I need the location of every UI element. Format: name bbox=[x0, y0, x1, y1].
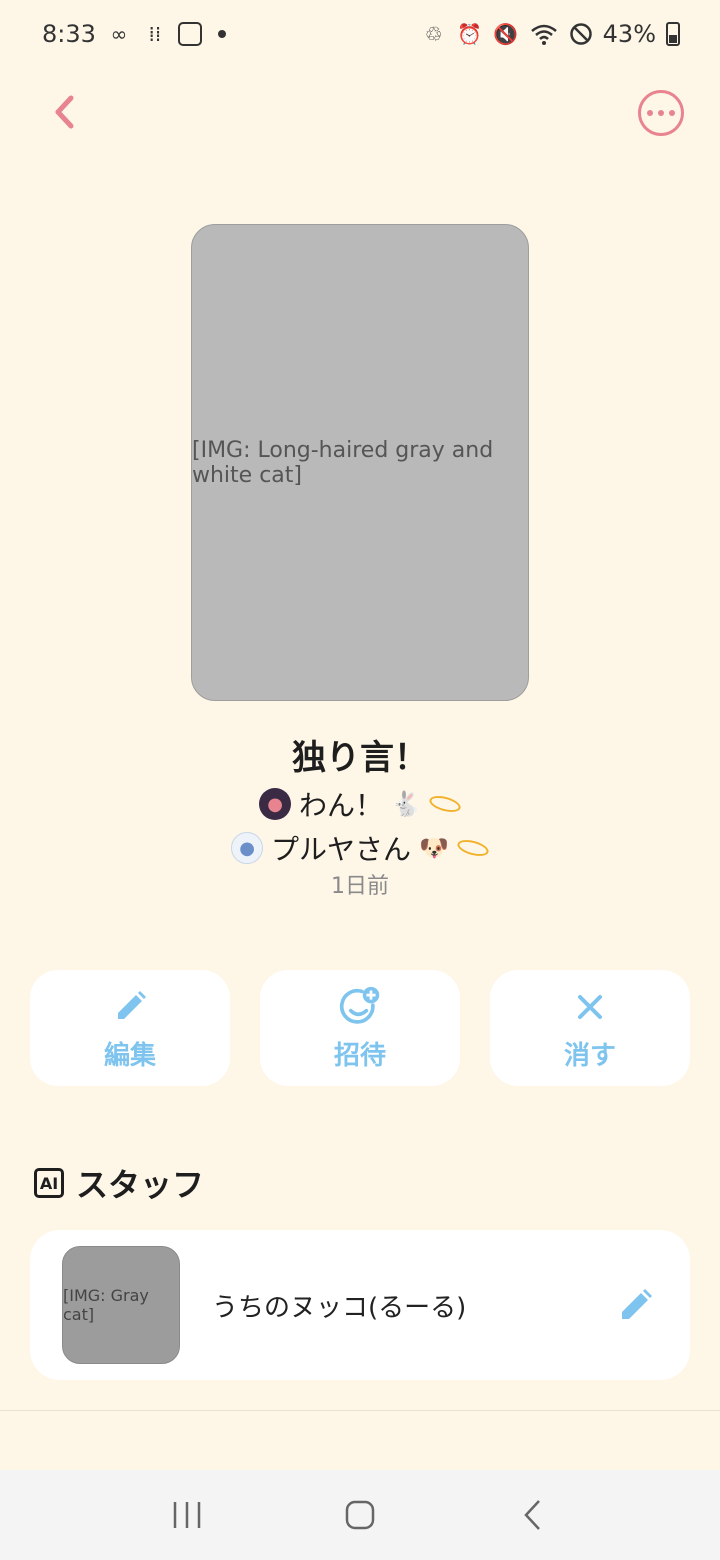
voicemail-icon: ∞ bbox=[110, 22, 128, 46]
member-row[interactable]: ● わん！ 🐇 bbox=[0, 784, 720, 824]
edit-label: 編集 bbox=[103, 1040, 156, 1071]
delete-label: 消す bbox=[563, 1040, 616, 1071]
delete-button[interactable]: 消す bbox=[490, 970, 690, 1086]
status-time: 8:33 bbox=[42, 20, 96, 48]
pencil-icon bbox=[622, 1289, 652, 1319]
cover-photo-placeholder: [IMG: Long-haired gray and white cat] bbox=[192, 437, 494, 488]
staff-section-header: AI スタッフ bbox=[34, 1160, 204, 1206]
dog-icon: 🐶 bbox=[419, 834, 449, 862]
recent-apps-icon bbox=[173, 1502, 200, 1528]
member-name: プルヤさん bbox=[271, 833, 412, 866]
battery-saver-icon: ♲ bbox=[424, 22, 443, 46]
avatar: ● bbox=[259, 788, 292, 820]
notification-dot-icon bbox=[217, 30, 226, 38]
cover-photo[interactable]: [IMG: Long-haired gray and white cat] bbox=[191, 224, 529, 701]
halo-icon bbox=[455, 837, 491, 859]
status-left: 8:33 ∞ ⁞⁞ bbox=[42, 20, 226, 48]
staff-edit-button[interactable] bbox=[612, 1281, 660, 1329]
edit-button[interactable]: 編集 bbox=[30, 970, 230, 1086]
alarm-icon: ⏰ bbox=[457, 22, 483, 46]
home-button[interactable] bbox=[330, 1485, 390, 1545]
status-bar: 8:33 ∞ ⁞⁞ ♲ ⏰ 🔇 43% bbox=[0, 0, 720, 68]
more-options-button[interactable] bbox=[638, 90, 684, 136]
divider bbox=[0, 1410, 720, 1411]
halo-icon bbox=[427, 793, 463, 815]
back-button[interactable] bbox=[36, 84, 92, 140]
add-friend-icon bbox=[338, 985, 382, 1029]
chevron-left-icon bbox=[55, 95, 74, 129]
pencil-icon bbox=[108, 985, 152, 1029]
battery-icon bbox=[666, 22, 680, 46]
back-icon bbox=[524, 1500, 541, 1530]
grid-icon: ⁞⁞ bbox=[148, 22, 162, 46]
staff-avatar: [IMG: Gray cat] bbox=[62, 1246, 180, 1364]
home-icon bbox=[345, 1500, 375, 1530]
staff-card[interactable]: [IMG: Gray cat] うちのヌッコ(るーる) bbox=[30, 1230, 690, 1380]
dnd-icon bbox=[569, 23, 592, 45]
room-title: 独り言！ bbox=[292, 738, 428, 778]
ai-badge-icon: AI bbox=[34, 1168, 64, 1198]
more-horizontal-icon bbox=[647, 110, 653, 116]
app-icon bbox=[177, 22, 202, 46]
system-nav-bar bbox=[0, 1470, 720, 1560]
invite-button[interactable]: 招待 bbox=[260, 970, 460, 1086]
rabbit-icon: 🐇 bbox=[391, 790, 421, 818]
battery-percent: 43% bbox=[602, 20, 656, 48]
back-nav-button[interactable] bbox=[503, 1485, 563, 1545]
recent-apps-button[interactable] bbox=[157, 1485, 217, 1545]
status-right: ♲ ⏰ 🔇 43% bbox=[421, 20, 680, 48]
staff-name: うちのヌッコ(るーる) bbox=[212, 1292, 467, 1323]
member-row[interactable]: ● プルヤさん 🐶 bbox=[0, 828, 720, 868]
close-icon bbox=[568, 985, 612, 1029]
avatar: ● bbox=[231, 832, 264, 864]
member-name: わん！ bbox=[299, 789, 384, 822]
wifi-icon bbox=[530, 24, 557, 45]
updated-timestamp: 1日前 bbox=[331, 874, 389, 899]
mute-icon: 🔇 bbox=[493, 22, 519, 46]
staff-heading: スタッフ bbox=[76, 1166, 205, 1204]
invite-label: 招待 bbox=[333, 1040, 386, 1071]
